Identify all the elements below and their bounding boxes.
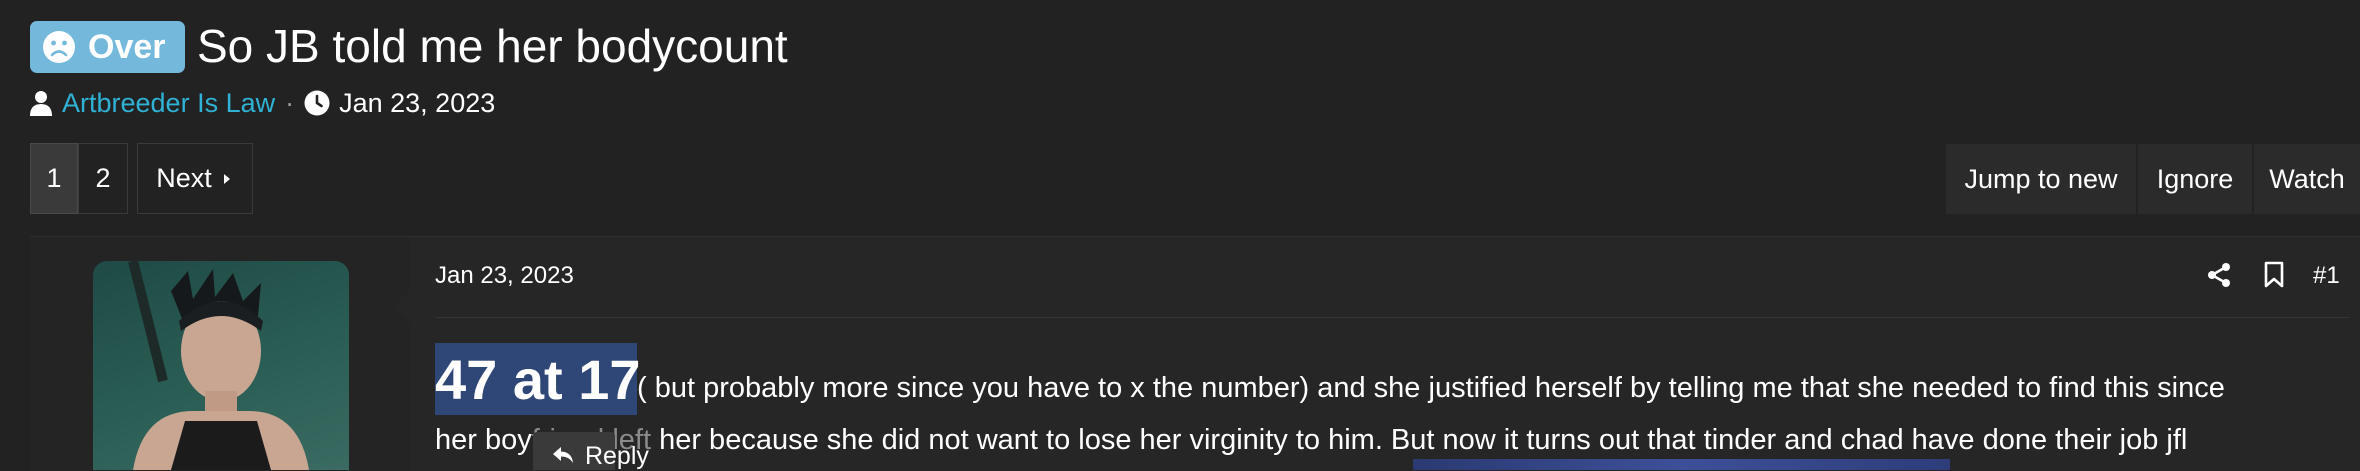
avatar[interactable] [93,261,349,470]
page-1-button[interactable]: 1 [30,143,78,214]
post-number-link[interactable]: #1 [2313,262,2340,290]
reply-icon [553,447,573,463]
share-icon[interactable] [2207,262,2231,288]
post-body-line-2-start: her boy [435,424,532,456]
post-date[interactable]: Jan 23, 2023 [435,262,574,290]
meta-separator: · [285,87,295,118]
post-pointer-arrow [393,290,410,324]
watch-button[interactable]: Watch [2254,144,2360,214]
badge-label: Over [88,27,166,66]
thread-title: So JB told me her bodycount [197,20,788,72]
ignore-button[interactable]: Ignore [2138,144,2254,214]
sad-face-icon [43,31,75,63]
author-link[interactable]: Artbreeder Is Law [62,88,275,119]
page-2-button[interactable]: 2 [78,143,128,214]
reply-button[interactable]: Reply [552,442,649,471]
caret-right-icon [223,173,230,184]
embedded-image[interactable] [1413,459,1950,470]
post-body-line-1: ( but probably more since you have to x … [637,372,2225,404]
post-header-divider [435,317,2350,318]
bookmark-icon[interactable] [2264,261,2284,288]
clock-icon [304,90,330,116]
avatar-figure [128,261,309,470]
prefix-badge-over[interactable]: Over [30,21,185,73]
post-highlight-text: 47 at 17 [435,348,641,411]
user-icon [30,91,52,116]
reply-label: Reply [584,442,649,470]
jump-to-new-button[interactable]: Jump to new [1946,144,2138,214]
post-body-line-2: her boyfriend left her because she did n… [435,424,2187,457]
thread-meta: Artbreeder Is Law · Jan 23, 2023 [30,86,495,120]
next-label: Next [156,163,212,193]
post-body-line-2-rest: her because she did not want to lose her… [651,424,2188,456]
thread-date: Jan 23, 2023 [339,87,496,118]
next-page-button[interactable]: Next [137,143,253,214]
